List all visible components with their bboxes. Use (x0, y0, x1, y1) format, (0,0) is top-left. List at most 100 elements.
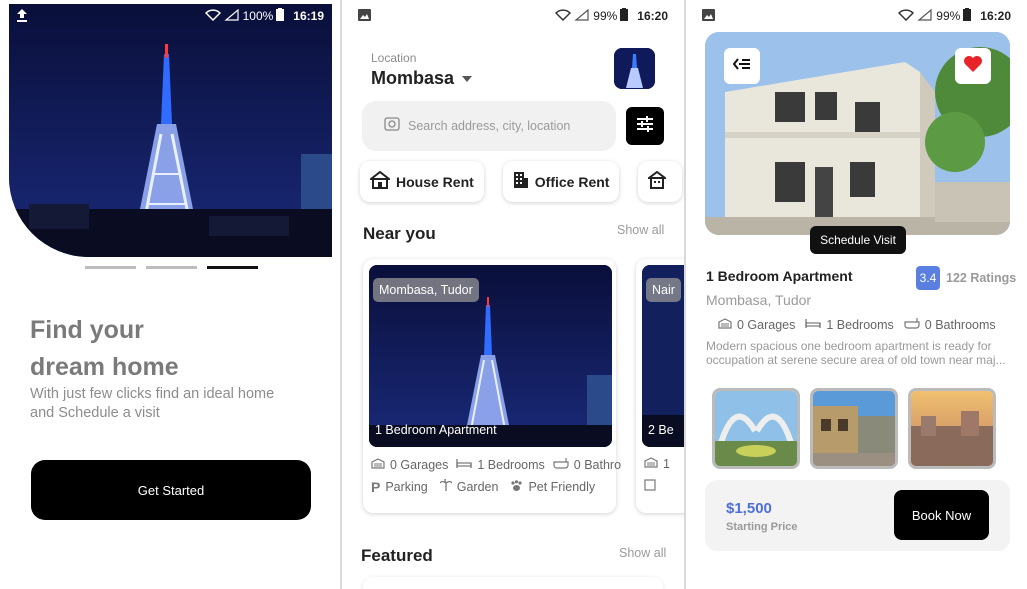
night-tower-photo (9, 4, 332, 257)
property-card[interactable]: Nair 2 Be 1 (636, 259, 684, 513)
bathroom-feature: 0 Bathro (553, 457, 621, 472)
property-image: Nair 2 Be (642, 265, 684, 447)
image-icon (702, 8, 715, 24)
wifi-icon (555, 8, 572, 24)
avatar[interactable] (614, 48, 655, 89)
garage-count: 1 (663, 457, 670, 471)
onboarding-screen: 100% 16:19 Find your dream home With jus… (0, 0, 340, 589)
signal-icon (223, 8, 240, 24)
clock: 16:20 (980, 9, 1011, 23)
property-title: 1 Bedroom Apartment (706, 268, 853, 284)
bathroom-count: 0 Bathrooms (924, 317, 996, 332)
property-location: Mombasa, Tudor (706, 292, 812, 308)
back-button[interactable] (724, 48, 760, 84)
feature-row: 0 Garages 1 Bedrooms 0 Bathrooms (718, 317, 996, 332)
status-bar: 99% 16:20 (358, 6, 668, 26)
chip-office-rent[interactable]: Office Rent (502, 161, 620, 202)
chip-label: House Rent (396, 173, 474, 190)
subtitle-line: and Schedule a visit (30, 405, 160, 421)
ratings-count[interactable]: 122 Ratings (946, 271, 1016, 285)
amenity-label: Parking (385, 480, 428, 494)
featured-show-all-link[interactable]: Show all (619, 546, 666, 560)
parking-amenity: P Parking (371, 479, 428, 495)
bathroom-feature: 0 Bathrooms (904, 317, 996, 332)
page-dot[interactable] (146, 266, 197, 269)
price-value: $1,500 (726, 500, 772, 517)
pet-friendly-amenity: Pet Friendly (510, 479, 595, 495)
garage-count: 0 Garages (737, 317, 796, 332)
battery-percent: 100% (242, 9, 274, 23)
price-label: Starting Price (726, 521, 798, 533)
palm-tree-icon (439, 478, 453, 495)
search-input[interactable] (408, 119, 598, 133)
wifi-icon (204, 8, 221, 24)
battery-percent: 99% (936, 9, 961, 23)
chip-house-rent[interactable]: House Rent (360, 161, 484, 202)
chip-apartment[interactable] (638, 161, 683, 202)
bedroom-count: 1 Bedrooms (477, 457, 545, 472)
onboarding-subtitle: With just few clicks find an ideal home … (30, 385, 310, 423)
location-selector[interactable]: Mombasa (371, 68, 473, 89)
bathtub-icon (904, 317, 920, 332)
gallery-thumbnail[interactable] (908, 388, 996, 469)
schedule-visit-button[interactable]: Schedule Visit (810, 226, 906, 254)
gallery-thumbnail[interactable] (810, 388, 898, 469)
property-name: 2 Be (648, 423, 674, 437)
status-bar: 100% 16:19 (16, 6, 324, 26)
onboarding-title: Find your dream home (30, 312, 310, 386)
search-bar[interactable] (362, 101, 616, 151)
garage-icon (718, 317, 732, 332)
image-icon (358, 8, 371, 24)
amenity-label: Garden (456, 480, 499, 494)
description-line: Modern spacious one bedroom apartment is… (706, 339, 992, 353)
feature-row: 0 Garages 1 Bedrooms 0 Bathro (371, 457, 621, 472)
office-building-icon (513, 171, 529, 192)
search-icon (384, 116, 400, 136)
book-now-button[interactable]: Book Now (894, 490, 989, 540)
property-description: Modern spacious one bedroom apartment is… (706, 339, 1011, 367)
clock: 16:20 (637, 9, 668, 23)
chip-label: Office Rent (534, 173, 610, 190)
home-screen: 99% 16:20 Location Mombasa House Rent (342, 0, 684, 589)
near-you-show-all-link[interactable]: Show all (617, 223, 664, 237)
house-icon (368, 170, 392, 192)
page-dot-active[interactable] (207, 266, 258, 269)
favorite-button[interactable] (955, 48, 991, 84)
feature-row: 1 (644, 457, 670, 471)
amenity-icon (644, 479, 656, 494)
near-you-title: Near you (363, 224, 436, 243)
paw-icon (510, 479, 523, 495)
battery-icon (620, 8, 629, 24)
filter-button[interactable] (626, 107, 664, 145)
hero-image (9, 4, 332, 257)
gallery-thumbnail[interactable] (712, 388, 800, 469)
subtitle-line: With just few clicks find an ideal home (30, 386, 275, 402)
garage-count: 0 Garages (390, 457, 449, 472)
bed-icon (805, 318, 822, 332)
signal-icon (574, 8, 590, 24)
bathroom-count: 0 Bathro (573, 457, 622, 472)
property-card[interactable]: Mombasa, Tudor 1 Bedroom Apartment 0 Gar… (363, 259, 621, 513)
featured-card[interactable] (363, 577, 663, 589)
amenity-row (644, 479, 656, 494)
bedroom-feature: 1 Bedrooms (456, 457, 545, 472)
bedroom-feature: 1 Bedrooms (805, 317, 894, 332)
amenity-label: Pet Friendly (528, 480, 596, 494)
location-badge: Nair (646, 278, 681, 302)
page-dot[interactable] (85, 266, 136, 269)
signal-icon (917, 8, 933, 24)
wifi-icon (898, 8, 915, 24)
property-name: 1 Bedroom Apartment (375, 423, 497, 437)
garage-icon (371, 457, 385, 472)
battery-percent: 99% (593, 9, 618, 23)
city-sunset-photo (911, 391, 993, 466)
bathtub-icon (553, 457, 569, 472)
property-detail-screen: 99% 16:20 Schedule Visit 1 Bedroom Apart… (686, 0, 1027, 589)
location-value: Mombasa (371, 68, 455, 88)
old-town-street-photo (813, 391, 895, 466)
get-started-button[interactable]: Get Started (31, 460, 311, 520)
chevron-down-icon (462, 75, 473, 82)
heart-icon (963, 55, 983, 78)
garage-icon (644, 457, 658, 471)
property-image: Mombasa, Tudor 1 Bedroom Apartment (369, 265, 612, 447)
